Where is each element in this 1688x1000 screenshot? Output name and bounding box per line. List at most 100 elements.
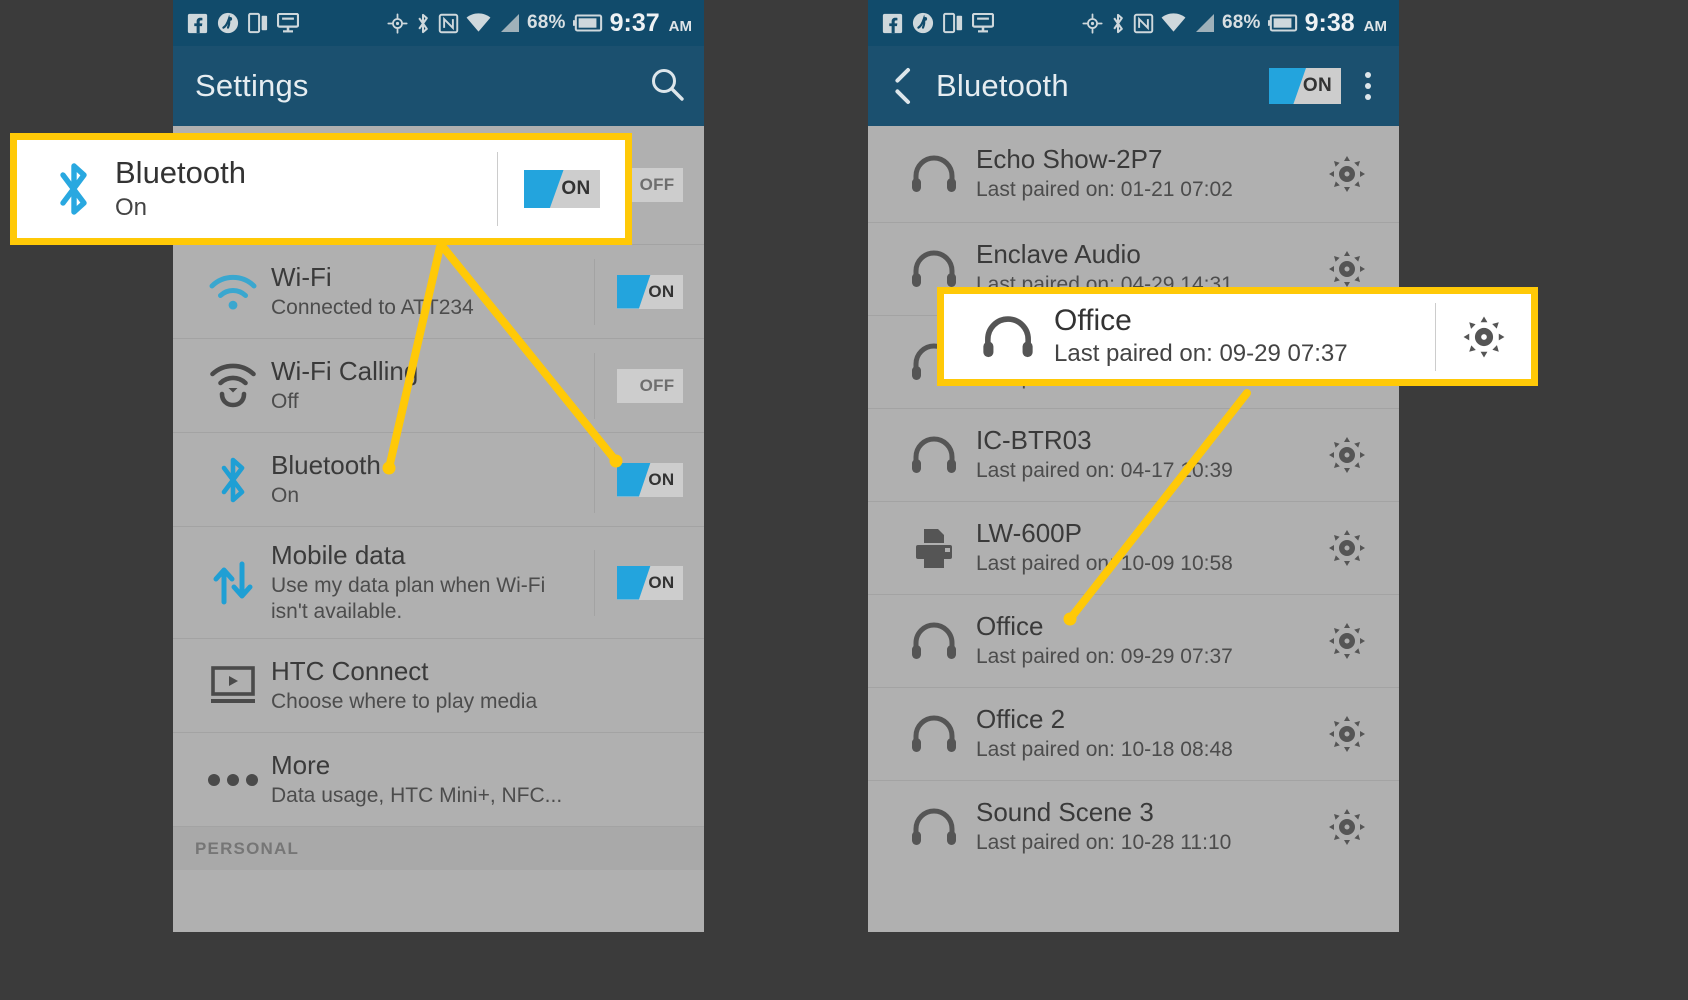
status-bar-right-icons: 68% 9:37 AM <box>387 9 692 38</box>
row-title: More <box>271 749 331 780</box>
page-title-bluetooth: Bluetooth <box>936 68 1069 103</box>
bluetooth-icon <box>31 158 115 220</box>
callout-title: Office <box>1054 303 1132 337</box>
device-row[interactable]: Office 2 Last paired on: 10-18 08:48 <box>868 687 1399 780</box>
wifi-calling-toggle-cell[interactable]: OFF <box>594 352 704 419</box>
row-subtitle: On <box>271 483 300 507</box>
status-bar-right: 68% 9:38 AM <box>868 0 1399 46</box>
mobile-data-toggle-cell[interactable]: ON <box>594 549 704 616</box>
headphones-icon <box>892 621 976 661</box>
callout-bluetooth-toggle-cell[interactable]: ON <box>497 152 625 226</box>
settings-row-mobile-data[interactable]: Mobile data Use my data plan when Wi-Fi … <box>173 526 704 638</box>
device-paired: Last paired on: 10-28 11:10 <box>976 831 1232 855</box>
wifi-calling-toggle[interactable]: OFF <box>616 368 683 403</box>
device-row[interactable]: Echo Show-2P7 Last paired on: 01-21 07:0… <box>868 126 1399 222</box>
battery-percent-label: 68% <box>526 12 566 33</box>
bluetooth-icon <box>1110 12 1126 35</box>
fitness-icon <box>912 12 934 34</box>
settings-row-bluetooth[interactable]: Bluetooth On ON <box>173 432 704 526</box>
status-bar-left-icons <box>187 12 299 34</box>
row-title: HTC Connect <box>271 655 429 686</box>
dual-window-icon <box>248 12 268 34</box>
status-bar-right-left-icons <box>882 12 994 34</box>
facebook-icon <box>882 13 903 34</box>
callout-subtitle: Last paired on: 09-29 07:37 <box>1054 340 1348 368</box>
gps-icon <box>387 12 408 34</box>
wifi-toggle[interactable]: ON <box>616 274 683 309</box>
settings-row-wifi[interactable]: Wi-Fi Connected to ATT234 ON <box>173 244 704 338</box>
callout-bluetooth-text: Bluetooth On <box>115 154 497 222</box>
device-row[interactable]: Sound Scene 3 Last paired on: 10-28 11:1… <box>868 780 1399 873</box>
headphones-icon <box>892 435 976 475</box>
device-paired: Last paired on: 04-17 10:39 <box>976 459 1233 483</box>
wifi-icon <box>195 271 271 313</box>
settings-row-htc-connect[interactable]: HTC Connect Choose where to play media <box>173 638 704 732</box>
device-row[interactable]: Office Last paired on: 09-29 07:37 <box>868 594 1399 687</box>
status-bar-left: 68% 9:37 AM <box>173 0 704 46</box>
headphones-icon <box>892 249 976 289</box>
gear-icon[interactable] <box>1295 712 1399 756</box>
bluetooth-toggle[interactable]: ON <box>616 462 683 497</box>
device-paired: Last paired on: 10-09 10:58 <box>976 552 1233 576</box>
kebab-menu-icon[interactable] <box>1355 64 1381 108</box>
settings-row-wifi-calling[interactable]: Wi-Fi Calling Off OFF <box>173 338 704 432</box>
bluetooth-master-toggle[interactable]: ON <box>1269 68 1341 104</box>
gear-icon[interactable] <box>1295 805 1399 849</box>
printer-icon <box>892 526 976 570</box>
gear-icon[interactable] <box>1295 526 1399 570</box>
callout-title: Bluetooth <box>115 154 246 190</box>
clock-ampm-right: AM <box>1363 17 1387 35</box>
wifi-icon <box>466 13 491 33</box>
device-row[interactable]: LW-600P Last paired on: 10-09 10:58 <box>868 501 1399 594</box>
settings-row-wifi-text: Wi-Fi Connected to ATT234 <box>271 262 594 320</box>
clock-left: 9:37 <box>609 8 660 37</box>
gear-icon[interactable] <box>1295 619 1399 663</box>
row-title: Mobile data <box>271 539 406 570</box>
device-row[interactable]: IC-BTR03 Last paired on: 04-17 10:39 <box>868 408 1399 501</box>
device-name: Office <box>976 611 1044 642</box>
gear-icon[interactable] <box>1295 433 1399 477</box>
back-chevron-icon[interactable] <box>890 66 914 106</box>
device-paired: Last paired on: 09-29 07:37 <box>976 645 1233 669</box>
mobile-data-toggle[interactable]: ON <box>616 565 683 600</box>
wifi-calling-icon <box>195 363 271 409</box>
right-phone-screen: 68% 9:38 AM Bluetooth ON Echo Show-2P7 L… <box>868 0 1399 932</box>
callout-subtitle: On <box>115 194 148 222</box>
device-name: Enclave Audio <box>976 239 1141 270</box>
callout-bluetooth: Bluetooth On ON <box>10 133 632 245</box>
device-paired: Last paired on: 10-18 08:48 <box>976 738 1233 762</box>
bluetooth-toggle-cell[interactable]: ON <box>594 446 704 513</box>
gear-icon[interactable] <box>1295 152 1399 196</box>
screenshot-stage: 68% 9:37 AM Settings OFF Wi-Fi Connected… <box>0 0 1688 1000</box>
wifi-toggle-cell[interactable]: ON <box>594 258 704 325</box>
clock-ampm-left: AM <box>668 17 692 35</box>
bluetooth-icon <box>195 454 271 506</box>
wifi-icon <box>1161 13 1186 33</box>
message-icon <box>277 13 299 33</box>
gear-icon[interactable] <box>1435 302 1531 371</box>
device-name: Office 2 <box>976 704 1066 735</box>
facebook-icon <box>187 13 208 34</box>
page-title-settings: Settings <box>195 68 309 103</box>
row-subtitle: Use my data plan when Wi-Fi isn't availa… <box>271 573 546 623</box>
device-text: IC-BTR03 Last paired on: 04-17 10:39 <box>976 426 1295 483</box>
clock-right: 9:38 <box>1304 8 1355 37</box>
settings-row-wifi-calling-text: Wi-Fi Calling Off <box>271 356 594 414</box>
row-subtitle: Off <box>271 389 299 413</box>
callout-office-text: Office Last paired on: 09-29 07:37 <box>1054 303 1435 368</box>
settings-row-more[interactable]: More Data usage, HTC Mini+, NFC... <box>173 732 704 826</box>
settings-row-bluetooth-text: Bluetooth On <box>271 450 594 508</box>
signal-icon <box>498 13 520 33</box>
search-icon[interactable] <box>648 65 686 108</box>
device-text: Office 2 Last paired on: 10-18 08:48 <box>976 705 1295 762</box>
gps-icon <box>1082 12 1103 34</box>
device-text: Office Last paired on: 09-29 07:37 <box>976 612 1295 669</box>
callout-bluetooth-toggle[interactable]: ON <box>523 170 600 208</box>
more-dots-icon <box>195 772 271 788</box>
gear-icon[interactable] <box>1295 247 1399 291</box>
battery-icon <box>572 14 603 32</box>
bluetooth-icon <box>415 12 431 35</box>
dual-window-icon <box>943 12 963 34</box>
nfc-icon <box>438 13 459 34</box>
headphones-icon <box>892 154 976 194</box>
